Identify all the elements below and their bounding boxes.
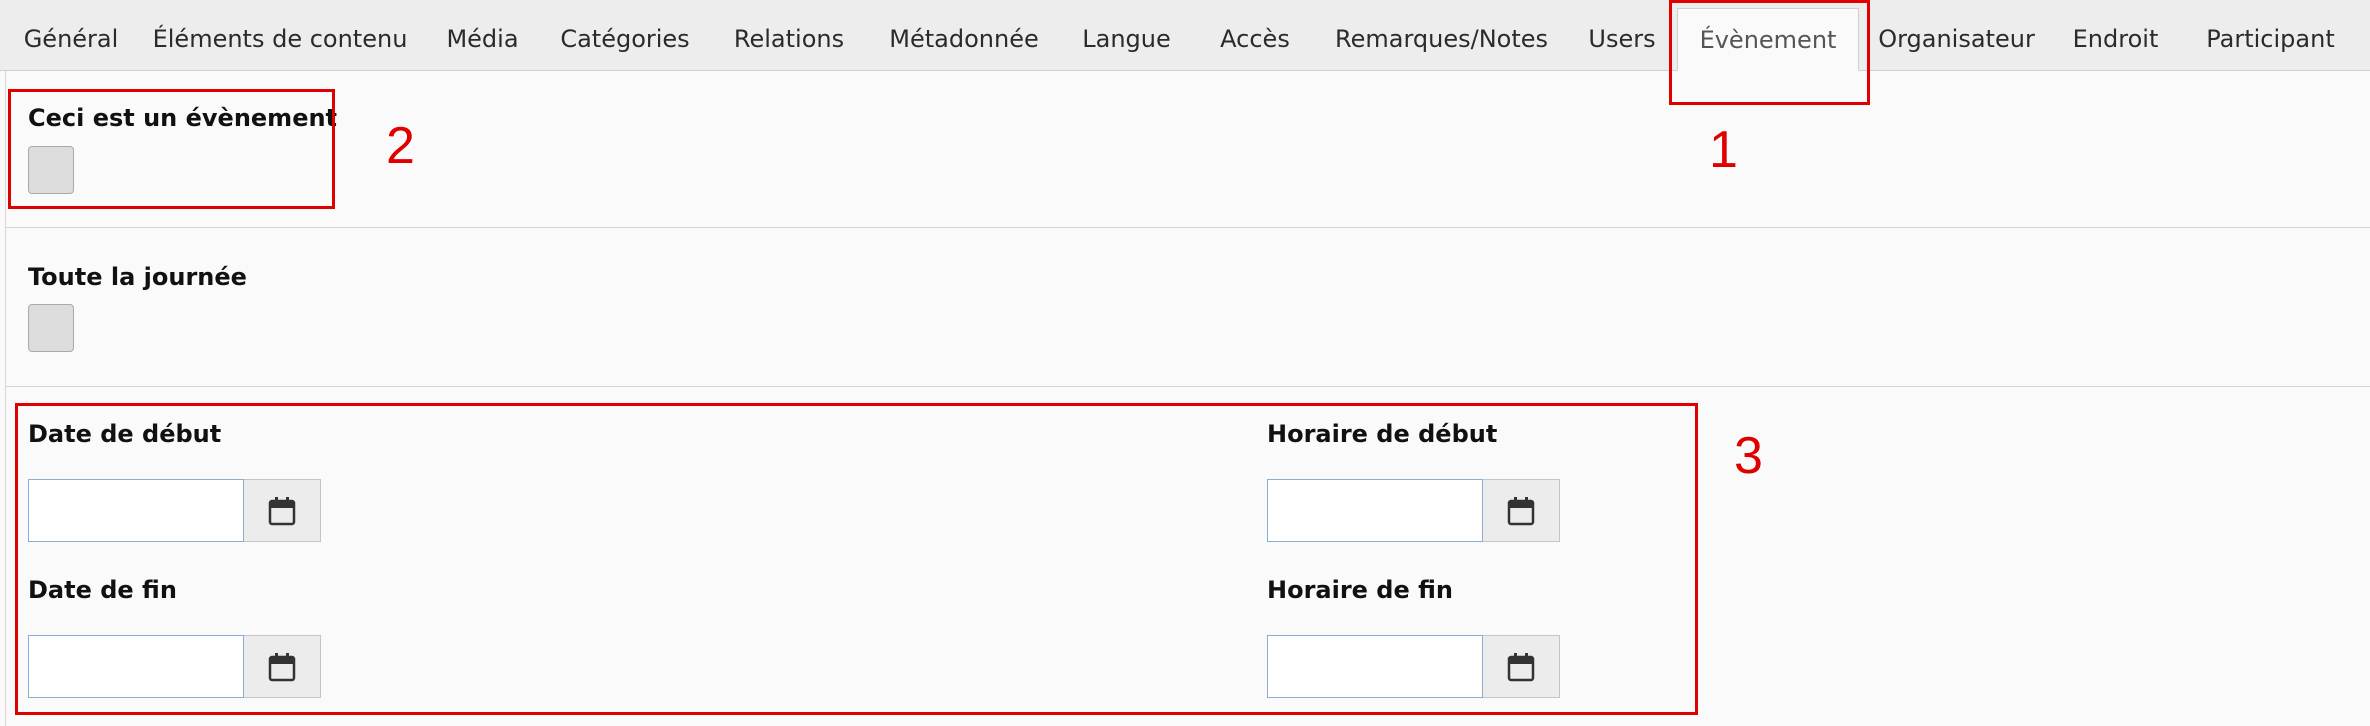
tab-media[interactable]: Média <box>424 8 541 70</box>
annotation-box-2 <box>8 89 335 209</box>
all-day-checkbox[interactable] <box>28 304 74 352</box>
tab-access[interactable]: Accès <box>1194 8 1316 70</box>
tab-language[interactable]: Langue <box>1059 8 1194 70</box>
event-form-page: Général Éléments de contenu Média Catégo… <box>0 0 2370 726</box>
tab-bar: Général Éléments de contenu Média Catégo… <box>0 0 2370 71</box>
tab-content-elements[interactable]: Éléments de contenu <box>136 8 424 70</box>
tab-metadata[interactable]: Métadonnée <box>869 8 1059 70</box>
tab-general[interactable]: Général <box>6 8 136 70</box>
annotation-box-1 <box>1669 0 1870 105</box>
tab-participant[interactable]: Participant <box>2177 8 2364 70</box>
tab-organizer[interactable]: Organisateur <box>1859 8 2054 70</box>
annotation-number-1: 1 <box>1709 121 1738 179</box>
all-day-label: Toute la journée <box>28 263 247 291</box>
tab-users[interactable]: Users <box>1567 8 1677 70</box>
section-is-event: Ceci est un évènement <box>6 72 2370 228</box>
tab-relations[interactable]: Relations <box>709 8 869 70</box>
tab-categories[interactable]: Catégories <box>541 8 709 70</box>
tab-notes[interactable]: Remarques/Notes <box>1316 8 1567 70</box>
section-all-day: Toute la journée <box>6 229 2370 387</box>
tab-location[interactable]: Endroit <box>2054 8 2177 70</box>
annotation-number-2: 2 <box>386 117 415 175</box>
annotation-box-3 <box>15 403 1698 715</box>
annotation-number-3: 3 <box>1734 427 1763 485</box>
